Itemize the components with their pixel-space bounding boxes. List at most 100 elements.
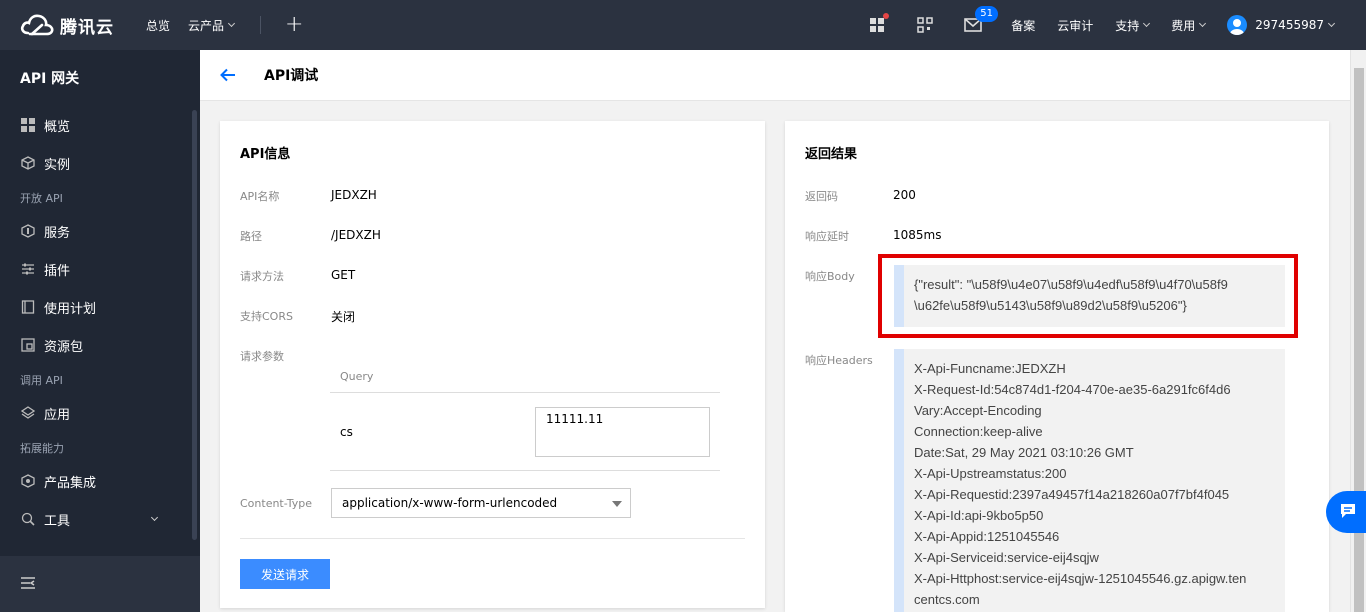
sliders-icon [20, 261, 36, 277]
chat-support-button[interactable] [1326, 491, 1366, 533]
nav-billing-label: 费用 [1171, 18, 1196, 33]
nav-divider [260, 16, 262, 34]
sidebar-item-label: 产品集成 [44, 475, 97, 491]
panel-divider [240, 538, 745, 539]
qr-code-icon[interactable] [915, 15, 935, 35]
api-method-row: 请求方法 GET [240, 268, 355, 284]
header-line: Vary:Accept-Encoding [914, 403, 1042, 418]
hexagon-icon [20, 473, 36, 489]
latency-row: 响应延时 1085ms [805, 228, 941, 244]
api-path-row: 路径 /JEDXZH [240, 228, 381, 244]
page-header: API调试 [200, 50, 1350, 101]
apps-grid-icon[interactable] [867, 13, 890, 35]
back-arrow-icon[interactable] [220, 67, 236, 83]
collapse-menu-icon [20, 576, 36, 593]
sidebar-item-instances[interactable]: 实例 [0, 144, 200, 182]
send-request-button[interactable]: 发送请求 [240, 559, 330, 589]
api-info-panel: API信息 API名称 JEDXZH 路径 /JEDXZH 请求方法 GET 支… [220, 121, 765, 608]
chevron-down-icon [227, 19, 236, 28]
sidebar-item-overview[interactable]: 概览 [0, 106, 200, 144]
request-params-row: 请求参数 [240, 348, 331, 364]
chevron-down-icon [150, 513, 159, 522]
account-menu[interactable]: 297455987 [1227, 15, 1336, 35]
header-line: X-Api-Appid:1251045546 [914, 529, 1060, 544]
field-label: 支持CORS [240, 310, 293, 323]
chevron-down-icon [1327, 19, 1336, 28]
sidebar-group-extensions: 拓展能力 [20, 442, 64, 455]
page-title: API调试 [264, 68, 319, 84]
response-headers-row: 响应Headers [805, 352, 896, 368]
sidebar-item-tools[interactable]: 工具 [0, 500, 200, 538]
nav-support[interactable]: 支持 [1115, 17, 1151, 34]
sidebar-item-applications[interactable]: 应用 [0, 394, 200, 432]
document-icon [20, 299, 36, 315]
notification-dot [883, 13, 890, 19]
brand-name: 腾讯云 [60, 17, 114, 38]
query-table-header: Query [330, 361, 720, 393]
top-navbar: 腾讯云 总览 云产品 + 51 备案 云审计 支持 费用 297455987 [0, 0, 1366, 50]
nav-products-label: 云产品 [188, 18, 225, 33]
sidebar-item-label: 服务 [44, 225, 71, 241]
grid-icon [20, 117, 36, 133]
field-label: 请求参数 [240, 350, 284, 363]
tool-icon [20, 511, 36, 527]
header-line: Date:Sat, 29 May 2021 03:10:26 GMT [914, 445, 1134, 460]
message-count-badge: 51 [975, 6, 998, 22]
caret-down-icon [612, 501, 622, 507]
chevron-down-icon [1199, 19, 1207, 28]
nav-icp[interactable]: 备案 [1011, 17, 1035, 34]
sidebar-item-usage-plans[interactable]: 使用计划 [0, 288, 200, 326]
nav-billing[interactable]: 费用 [1171, 17, 1207, 34]
chat-bubble-icon [1339, 503, 1357, 522]
field-label: 请求方法 [240, 270, 284, 283]
api-cors-value: 关闭 [331, 310, 356, 324]
sidebar: API 网关 概览 实例 开放 API 服务 插件 使用计划 资源包 调用 AP… [0, 50, 200, 612]
sidebar-group-open-api: 开放 API [20, 192, 63, 205]
header-line: Connection:keep-alive [914, 424, 1043, 439]
cloud-logo-icon [20, 13, 54, 37]
sidebar-item-label: 插件 [44, 263, 71, 279]
latency-value: 1085ms [893, 228, 942, 242]
mail-icon[interactable]: 51 [963, 6, 998, 35]
result-panel: 返回结果 返回码 200 响应延时 1085ms 响应Body {"result… [785, 121, 1329, 612]
param-key: cs [340, 425, 353, 439]
param-value-input[interactable]: 11111.11 [535, 407, 710, 457]
api-info-title: API信息 [240, 147, 291, 162]
content-type-value: application/x-www-form-urlencoded [342, 496, 558, 510]
sidebar-item-label: 应用 [44, 407, 71, 423]
sidebar-item-label: 工具 [44, 513, 71, 529]
status-code-row: 返回码 200 [805, 188, 916, 204]
sidebar-item-resource-packs[interactable]: 资源包 [0, 326, 200, 364]
header-line: X-Api-Upstreamstatus:200 [914, 466, 1067, 481]
tencent-cloud-logo[interactable]: 腾讯云 [20, 13, 146, 38]
sidebar-scrollbar[interactable] [192, 110, 197, 540]
top-right-tools: 51 备案 云审计 支持 费用 297455987 [867, 0, 1366, 50]
sidebar-title: API 网关 [20, 71, 80, 87]
package-icon [20, 337, 36, 353]
sidebar-item-integrations[interactable]: 产品集成 [0, 462, 200, 500]
nav-overview[interactable]: 总览 [146, 17, 170, 34]
content-type-select[interactable]: application/x-www-form-urlencoded [331, 488, 631, 518]
nav-support-label: 支持 [1115, 18, 1140, 33]
cube-icon [20, 155, 36, 171]
nav-cloud-audit[interactable]: 云审计 [1057, 17, 1093, 34]
add-shortcut-button[interactable]: + [285, 14, 303, 36]
api-name-row: API名称 JEDXZH [240, 188, 377, 204]
result-title: 返回结果 [805, 147, 858, 162]
content-type-label: Content-Type [240, 497, 312, 510]
nav-products[interactable]: 云产品 [188, 17, 236, 34]
header-line: X-Api-Funcname:JEDXZH [914, 361, 1066, 376]
header-line: centcs.com [914, 592, 980, 607]
sidebar-item-label: 资源包 [44, 339, 84, 355]
field-label: API名称 [240, 190, 280, 203]
field-label: 响应Headers [805, 354, 873, 367]
account-id: 297455987 [1255, 18, 1324, 32]
sidebar-group-call-api: 调用 API [20, 374, 63, 387]
sidebar-collapse-toggle[interactable] [0, 556, 200, 612]
status-code-value: 200 [893, 188, 916, 202]
header-line: X-Api-Id:api-9kbo5p50 [914, 508, 1044, 523]
sidebar-item-label: 概览 [44, 119, 71, 135]
sidebar-item-plugins[interactable]: 插件 [0, 250, 200, 288]
sidebar-item-services[interactable]: 服务 [0, 212, 200, 250]
field-label: 路径 [240, 230, 262, 243]
